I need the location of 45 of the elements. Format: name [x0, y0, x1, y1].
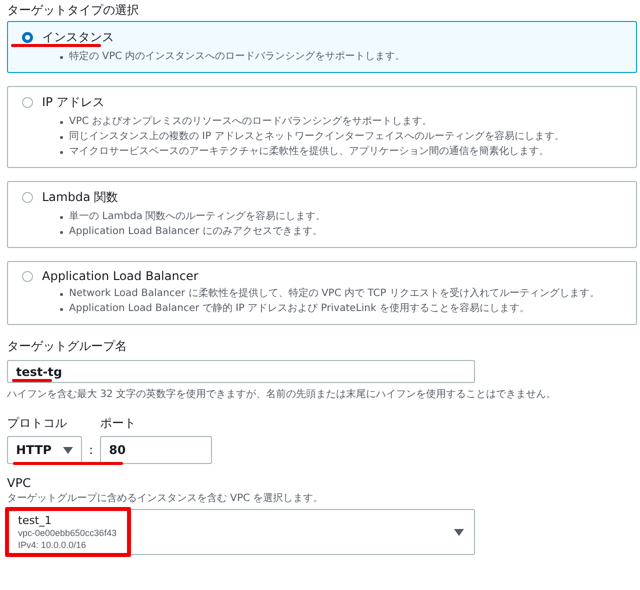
- option-description: 単一の Lambda 関数へのルーティングを容易にします。: [69, 210, 326, 224]
- option-description: 同じインスタンス上の複数の IP アドレスとネットワークインターフェイスへのルーティングを容易にします。: [69, 130, 564, 144]
- field-label: VPC: [7, 476, 32, 490]
- bullet-icon: [60, 216, 63, 219]
- vpc-id: vpc-0e00ebb650cc36f43: [18, 527, 117, 538]
- help-text: ハイフンを含む最大 32 文字の英数字を使用できますが、名前の先頭または末尾にハイフンを使用することはできません。: [7, 388, 558, 401]
- caret-icon: [63, 446, 73, 454]
- bullet-icon: [60, 121, 63, 124]
- section-label: ターゲットタイプの選択: [7, 2, 140, 16]
- radio-button[interactable]: [22, 270, 33, 282]
- radio-button[interactable]: [22, 32, 33, 43]
- vpc-select[interactable]: test_1 vpc-0e00ebb650cc36f43 IPv4: 10.0.0.0/16: [7, 509, 475, 555]
- option-title: IP アドレス: [42, 94, 105, 111]
- bullet-icon: [60, 293, 63, 296]
- option-description: Application Load Balancer で静的 IP アドレスおよび PrivateLink を使用することを容易にします。: [69, 302, 530, 316]
- bullet-icon: [60, 56, 63, 59]
- protocol-select[interactable]: HTTP: [7, 436, 82, 464]
- option-description: Network Load Balancer に柔軟性を提供して、特定の VPC 内で TCP リクエストを受け入れてルーティングします。: [69, 286, 600, 301]
- field-label: プロトコル: [7, 415, 68, 432]
- option-description: マイクロサービスベースのアーキテクチャに柔軟性を提供し、アプリケーション間の通信を簡素化します。: [69, 144, 549, 159]
- radio-button[interactable]: [22, 192, 33, 203]
- help-text: ターゲットグループに含めるインスタンスを含む VPC を選択します。: [7, 492, 324, 505]
- caret-icon: [454, 528, 464, 536]
- target-type-card[interactable]: Lambda 関数 単一の Lambda 関数へのルーティングを容易にします。 Application Load Balancer にのみアクセスできます。: [7, 181, 637, 248]
- bullet-icon: [60, 231, 63, 234]
- target-type-card[interactable]: IP アドレス VPC およびオンプレミスのリソースへのロードバランシングをサポートします。 同じインスタンス上の複数の IP アドレスとネットワークインターフェイスへのルーティングを容易にします。 マイクロサービスベースのアーキテクチャに柔軟性を提供し、アプリケーション間の通信を簡素化します。: [7, 86, 637, 168]
- vpc-name: test_1: [18, 514, 53, 526]
- option-title: Lambda 関数: [42, 189, 118, 206]
- target-type-card[interactable]: Application Load Balancer Network Load Balancer に柔軟性を提供して、特定の VPC 内で TCP リクエストを受け入れてルーティングします。 Application Load Balancer で静的 IP アドレスおよび PrivateLink を使用することを容易にします。: [7, 261, 637, 325]
- field-label: ターゲットグループ名: [7, 338, 128, 355]
- bullet-icon: [60, 136, 63, 139]
- option-title: Application Load Balancer: [42, 269, 198, 283]
- vpc-cidr: IPv4: 10.0.0.0/16: [18, 538, 88, 550]
- separator-text: :: [88, 443, 94, 457]
- option-description: VPC およびオンプレミスのリソースへのロードバランシングをサポートします。: [69, 114, 432, 129]
- bullet-icon: [60, 151, 63, 154]
- radio-button[interactable]: [22, 97, 33, 108]
- input-field[interactable]: test-tg: [7, 360, 475, 383]
- target-type-card[interactable]: インスタンス 特定の VPC 内のインスタンスへのロードバランシングをサポートします。: [7, 21, 637, 73]
- bullet-icon: [60, 308, 63, 311]
- option-title: インスタンス: [42, 29, 114, 46]
- option-description: 特定の VPC 内のインスタンスへのロードバランシングをサポートします。: [69, 50, 406, 64]
- option-description: Application Load Balancer にのみアクセスできます。: [69, 225, 322, 239]
- input-field[interactable]: 80: [100, 436, 212, 464]
- field-label: ポート: [100, 415, 136, 432]
